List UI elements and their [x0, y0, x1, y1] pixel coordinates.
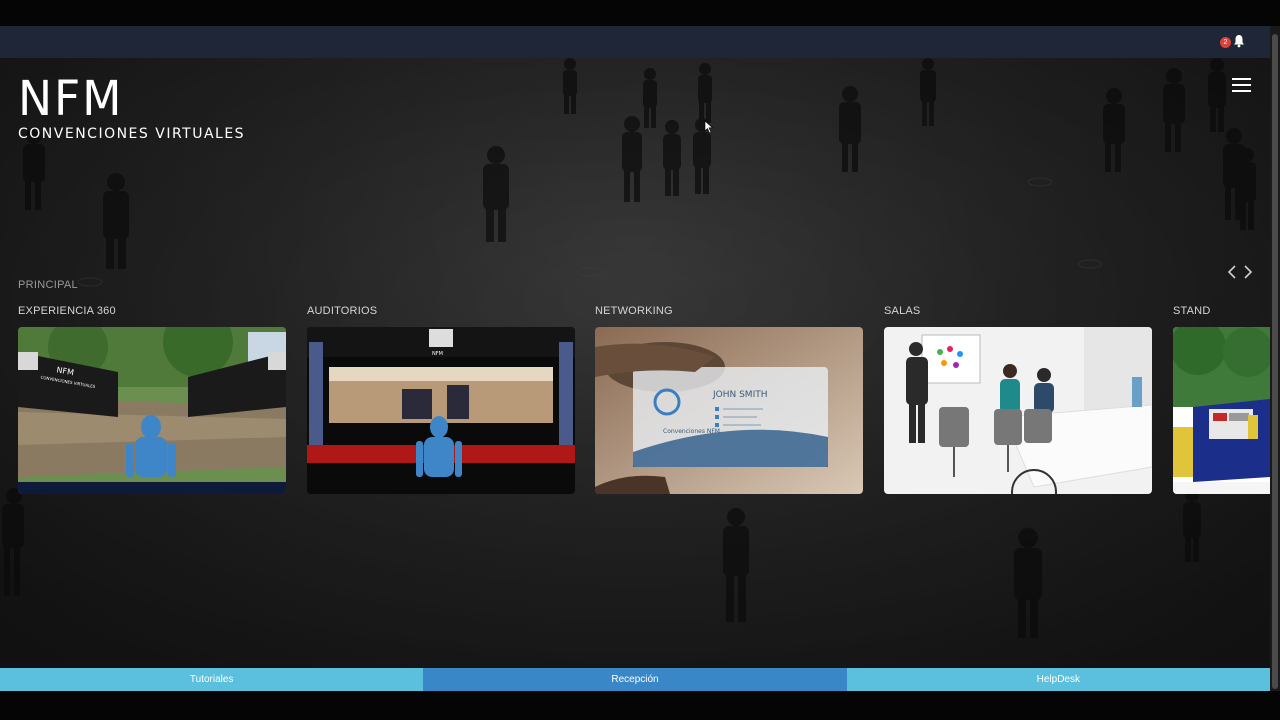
chevron-right-icon[interactable] [1242, 265, 1254, 279]
card-title-salas: SALAS [884, 305, 921, 317]
chevron-left-icon[interactable] [1226, 265, 1238, 279]
tutoriales-button[interactable]: Tutoriales [0, 668, 424, 691]
vertical-scrollbar[interactable] [1270, 26, 1280, 694]
card-stand[interactable] [1173, 327, 1270, 494]
bell-icon [1234, 35, 1244, 48]
hamburger-icon[interactable] [1232, 78, 1251, 92]
logo-title: NFM [18, 71, 124, 127]
nfm-logo[interactable]: NFM CONVENCIONES VIRTUALES [18, 71, 246, 142]
card-title-experiencia-360: EXPERIENCIA 360 [18, 305, 116, 317]
card-auditorios[interactable]: NFM [307, 327, 575, 494]
card-title-networking: NETWORKING [595, 305, 673, 317]
lobby-stage: NFM CONVENCIONES VIRTUALES PRINCIPAL EXP… [0, 58, 1270, 668]
card-salas[interactable] [884, 327, 1152, 494]
window-bottom-strip [0, 691, 1280, 720]
auditorios-thumbnail: NFM [307, 327, 575, 494]
salas-thumbnail [884, 327, 1152, 494]
stand-thumbnail [1173, 327, 1270, 494]
scrollbar-thumb[interactable] [1272, 34, 1278, 689]
hamburger-line [1232, 90, 1251, 92]
section-label-principal: PRINCIPAL [18, 279, 78, 291]
card-networking[interactable]: JOHN SMITH Convenciones NFM [595, 327, 863, 494]
networking-card-company: Convenciones NFM [663, 428, 720, 435]
logo-subtitle: CONVENCIONES VIRTUALES [18, 126, 246, 142]
recepcion-button[interactable]: Recepción [423, 668, 847, 691]
top-navbar: 2 [0, 26, 1270, 58]
thumb-brand-text: NFM [432, 351, 443, 357]
networking-thumbnail: JOHN SMITH Convenciones NFM [595, 327, 863, 494]
window-top-strip [0, 0, 1280, 26]
mouse-cursor-icon [704, 120, 714, 134]
networking-card-name: JOHN SMITH [712, 390, 768, 400]
notification-count-badge: 2 [1220, 37, 1231, 48]
helpdesk-button[interactable]: HelpDesk [846, 668, 1270, 691]
hamburger-line [1232, 78, 1251, 80]
card-title-auditorios: AUDITORIOS [307, 305, 378, 317]
card-title-stand: STAND [1173, 305, 1211, 317]
bottom-nav: Tutoriales Recepción HelpDesk [0, 668, 1270, 691]
card-experiencia-360[interactable]: NFM CONVENCIONES VIRTUALES [18, 327, 286, 494]
notification-button[interactable]: 2 [1220, 34, 1246, 50]
experiencia-360-thumbnail: NFM CONVENCIONES VIRTUALES [18, 327, 286, 494]
hamburger-line [1232, 84, 1251, 86]
